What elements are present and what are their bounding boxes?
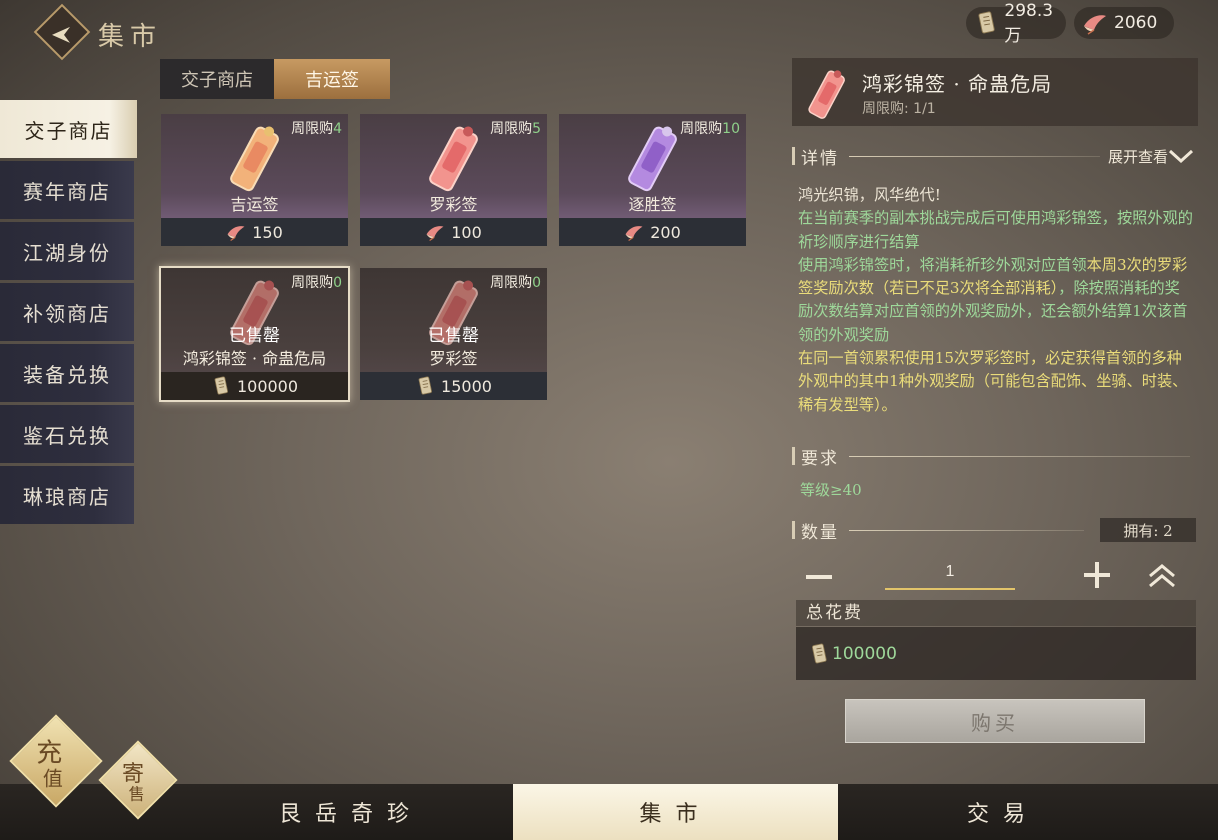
total-cost-label: 总花费 <box>796 600 1196 626</box>
detail-limit: 周限购: 1/1 <box>862 101 936 117</box>
ticket-purple-icon <box>628 126 677 192</box>
tab-genyue-qizhen[interactable]: 艮岳奇珍 <box>190 784 512 840</box>
desc-line: 在同一首领累积使用15次罗彩签时，必定获得首领的多种外观中的其中1种外观奖励（可… <box>798 349 1188 414</box>
item-name: 罗彩签 <box>429 195 478 214</box>
minus-icon[interactable] <box>804 564 834 588</box>
sidebar-item-jiaozi-shop[interactable]: 交子商店 <box>0 100 137 158</box>
item-name: 吉运签 <box>230 195 279 214</box>
sold-out-label: 已售罄 <box>428 326 479 346</box>
expand-button[interactable]: 展开查看 <box>1108 146 1194 167</box>
item-name: 逐胜签 <box>628 195 677 214</box>
sidebar-item-equipment-exchange[interactable]: 装备兑换 <box>0 344 134 402</box>
total-cost-value: 100000 <box>832 643 897 664</box>
section-detail: 详情 展开查看 <box>792 144 1198 169</box>
jiaozi-icon <box>808 643 830 665</box>
section-requirement: 要求 <box>792 444 1198 469</box>
tab-market[interactable]: 集市 <box>513 784 838 840</box>
detail-description: 鸿光织锦，风华绝代! 在当前赛季的副本挑战完成后可使用鸿彩锦签，按照外观的祈珍顺… <box>798 184 1194 417</box>
item-card-selected[interactable]: 周限购0 已售罄 鸿彩锦签 · 命蛊危局 100000 <box>161 268 348 400</box>
tab-trade[interactable]: 交易 <box>838 784 1168 840</box>
requirement-value: 等级≥40 <box>800 481 862 499</box>
sidebar-item-gem-exchange[interactable]: 鉴石兑换 <box>0 405 134 463</box>
currency-feather[interactable]: 2060 <box>1074 7 1174 39</box>
desc-line: 在当前赛季的副本挑战完成后可使用鸿彩锦签，按照外观的祈珍顺序进行结算 <box>798 209 1193 251</box>
item-name: 鸿彩锦签 · 命蛊危局 <box>182 349 327 368</box>
back-emblem-icon[interactable] <box>33 3 91 61</box>
feather-icon <box>624 222 644 242</box>
item-card[interactable]: 周限购4 吉运签 150 <box>161 114 348 246</box>
desc-line: 鸿光织锦，风华绝代! <box>798 186 941 204</box>
item-limit: 周限购10 <box>680 121 740 137</box>
detail-title: 鸿彩锦签 · 命蛊危局 <box>862 72 1053 96</box>
currency-jiaozi[interactable]: 298.3万 <box>966 1 1066 46</box>
ticket-orange-icon <box>230 126 279 192</box>
tab-jiyun-qian[interactable]: 吉运签 <box>274 59 390 99</box>
item-limit: 周限购4 <box>291 121 342 137</box>
feather-icon <box>1082 10 1108 36</box>
sidebar-item-linlang-shop[interactable]: 琳琅商店 <box>0 466 134 524</box>
feather-icon <box>226 222 246 242</box>
chevron-down-icon <box>1168 149 1194 164</box>
item-card[interactable]: 周限购10 逐胜签 200 <box>559 114 746 246</box>
item-price: 150 <box>161 218 348 246</box>
section-detail-label: 详情 <box>801 148 839 169</box>
detail-header: 鸿彩锦签 · 命蛊危局 周限购: 1/1 <box>792 58 1198 126</box>
jiaozi-icon <box>415 376 435 396</box>
total-cost: 总花费 100000 <box>796 600 1196 680</box>
quantity-stepper <box>792 554 1198 598</box>
sidebar: 交子商店 赛年商店 江湖身份 补领商店 装备兑换 鉴石兑换 琳琅商店 <box>0 100 138 527</box>
jiaozi-icon <box>974 10 998 36</box>
sidebar-item-jianghu-identity[interactable]: 江湖身份 <box>0 222 134 280</box>
top-bar: 集市 298.3万 2060 <box>0 0 1218 61</box>
item-card[interactable]: 周限购0 已售罄 罗彩签 15000 <box>360 268 547 400</box>
feather-icon <box>425 222 445 242</box>
bottom-nav: 艮岳奇珍 集市 交易 <box>0 784 1218 840</box>
item-price: 100000 <box>161 372 348 400</box>
plus-icon[interactable] <box>1082 560 1112 590</box>
desc-paragraph: 使用鸿彩锦签时，将消耗祈珍外观对应首领本周3次的罗彩签奖励次数（若已不足3次将全… <box>798 255 1188 344</box>
item-price: 200 <box>559 218 746 246</box>
section-quantity: 数量 <box>792 518 1092 543</box>
currency-jiaozi-value: 298.3万 <box>1004 0 1054 46</box>
item-card[interactable]: 周限购5 罗彩签 100 <box>360 114 547 246</box>
max-chevron-icon[interactable] <box>1146 560 1178 590</box>
tab-jiaozi-shop[interactable]: 交子商店 <box>160 59 274 99</box>
item-limit: 周限购0 <box>490 275 541 291</box>
sold-out-label: 已售罄 <box>229 326 280 346</box>
currency-feather-value: 2060 <box>1114 13 1158 33</box>
shop-tabs: 交子商店 吉运签 <box>160 59 390 99</box>
item-price: 15000 <box>360 372 547 400</box>
owned-count: 拥有: 2 <box>1100 518 1196 542</box>
sidebar-item-sainian-shop[interactable]: 赛年商店 <box>0 161 134 219</box>
total-cost-body: 100000 <box>796 627 1196 680</box>
item-price: 100 <box>360 218 547 246</box>
jiaozi-icon <box>211 376 231 396</box>
page-title: 集市 <box>98 22 163 52</box>
item-limit: 周限购5 <box>490 121 541 137</box>
item-name: 罗彩签 <box>429 349 478 368</box>
quantity-input[interactable] <box>885 556 1015 590</box>
section-qty-label: 数量 <box>801 522 839 543</box>
item-limit: 周限购0 <box>291 275 342 291</box>
ticket-red-icon <box>429 126 478 192</box>
ticket-red-icon <box>808 70 845 119</box>
sidebar-item-claim-shop[interactable]: 补领商店 <box>0 283 134 341</box>
buy-button[interactable]: 购买 <box>845 699 1145 743</box>
section-req-label: 要求 <box>801 448 839 469</box>
